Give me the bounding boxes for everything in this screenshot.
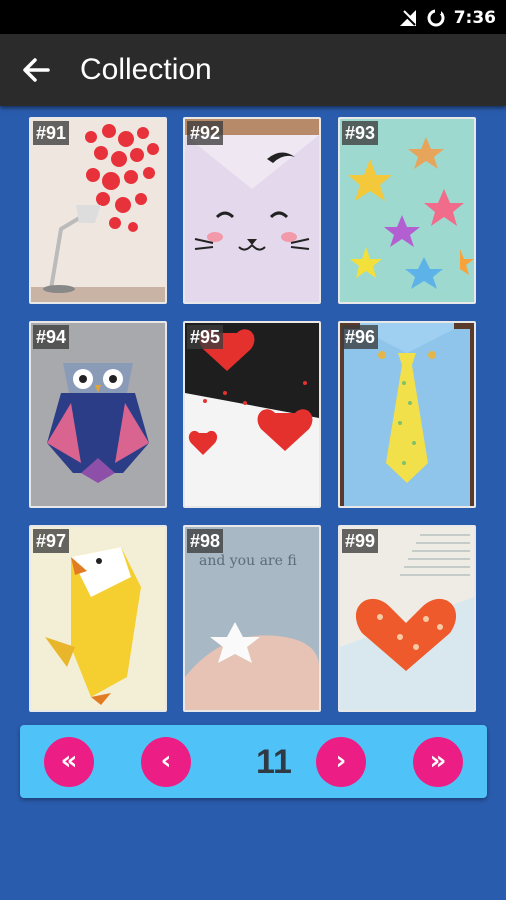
item-number-badge: #91 — [33, 121, 70, 145]
page-title: Collection — [80, 53, 212, 86]
collection-item-94[interactable]: #94 — [29, 321, 167, 508]
item-number-badge: #98 — [187, 529, 224, 553]
current-page-number: 11 — [256, 743, 292, 781]
lucky-star-image: and you are fi — [185, 527, 319, 710]
item-number-badge: #97 — [33, 529, 70, 553]
first-page-button[interactable]: « — [44, 737, 94, 787]
pagination-bar: « ‹ 11 › » — [20, 725, 487, 798]
collection-item-98[interactable]: and you are fi #98 — [183, 525, 321, 712]
paper-hearts-card-image — [185, 323, 319, 506]
hearts-lamp-image — [31, 119, 165, 302]
no-signal-icon — [399, 10, 416, 26]
collection-item-96[interactable]: #96 — [338, 321, 476, 508]
collection-item-99[interactable]: #99 — [338, 525, 476, 712]
item-number-badge: #95 — [187, 325, 224, 349]
prev-page-button[interactable]: ‹ — [141, 737, 191, 787]
svg-text:and you are fi: and you are fi — [199, 553, 297, 569]
paper-stars-image — [340, 119, 474, 302]
cat-face-image — [185, 119, 319, 302]
origami-owl-image — [31, 323, 165, 506]
shirt-tie-card-image — [340, 323, 474, 506]
collection-item-95[interactable]: #95 — [183, 321, 321, 508]
last-page-button[interactable]: » — [413, 737, 463, 787]
origami-bird-image — [31, 527, 165, 710]
status-icons: 7:36 — [398, 7, 496, 29]
item-number-badge: #93 — [342, 121, 379, 145]
sync-icon — [427, 8, 445, 27]
item-number-badge: #94 — [33, 325, 70, 349]
status-bar: 7:36 — [0, 0, 506, 34]
collection-item-91[interactable]: #91 — [29, 117, 167, 304]
arrow-back-icon — [23, 58, 50, 82]
item-number-badge: #99 — [342, 529, 379, 553]
app-bar: Collection — [0, 34, 506, 106]
next-page-button[interactable]: › — [316, 737, 366, 787]
collection-item-97[interactable]: #97 — [29, 525, 167, 712]
collection-item-92[interactable]: #92 — [183, 117, 321, 304]
item-number-badge: #92 — [187, 121, 224, 145]
collection-item-93[interactable]: #93 — [338, 117, 476, 304]
back-button[interactable] — [18, 52, 54, 88]
item-number-badge: #96 — [342, 325, 379, 349]
heart-bookmark-image — [340, 527, 474, 710]
status-time: 7:36 — [453, 8, 496, 28]
